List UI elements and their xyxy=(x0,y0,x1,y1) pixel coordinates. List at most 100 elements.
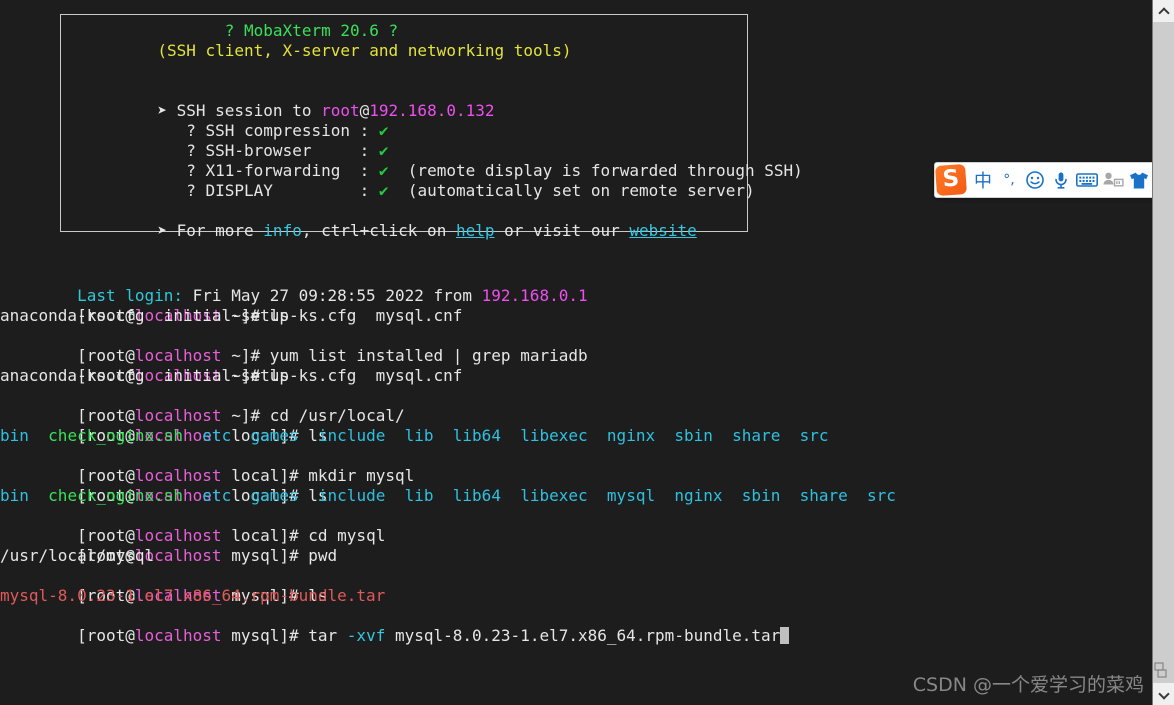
prompt-command: yum list installed | grep mariadb xyxy=(269,346,588,365)
feature-note: (remote display is forwarded through SSH… xyxy=(388,161,803,180)
current-prompt-line[interactable]: [root@localhost mysql]# tar -xvf mysql-8… xyxy=(0,606,1150,645)
prompt-command-flag: -xvf xyxy=(346,626,386,645)
banner-subtitle: (SSH client, X-server and networking too… xyxy=(61,41,572,60)
keyboard-icon[interactable] xyxy=(1074,165,1100,195)
ls-entry-directory: sbin xyxy=(674,426,713,445)
terminal-output-area[interactable]: ? MobaXterm 20.6 ? (SSH client, X-server… xyxy=(0,0,1152,705)
feature-name: SSH-browser xyxy=(205,141,312,160)
ls-entry-directory: lib xyxy=(404,486,434,505)
ls-entry-directory: bin xyxy=(0,426,29,445)
ls-gap xyxy=(655,426,674,445)
ls-gap xyxy=(588,486,607,505)
emoji-icon[interactable] xyxy=(1022,165,1048,195)
ls-output-tarball: mysql-8.0.23-1.el7.x86_64.rpm-bundle.tar xyxy=(0,586,386,605)
ls-gap xyxy=(780,486,799,505)
user-card-icon[interactable] xyxy=(1100,165,1126,195)
prompt-command-post: mysql-8.0.23-1.el7.x86_64.rpm-bundle.tar xyxy=(385,626,781,645)
ls-gap xyxy=(655,486,674,505)
ls-gap xyxy=(588,426,607,445)
ls-entry-directory: games xyxy=(250,426,299,445)
prompt-cwd: local]# xyxy=(221,526,309,545)
ls-gap xyxy=(780,426,799,445)
punctuation-mode-icon[interactable]: °, xyxy=(996,165,1022,195)
prompt-cwd: ~]# xyxy=(221,406,270,425)
banner-title: ? MobaXterm 20.6 ? xyxy=(61,21,399,40)
ls-entry-directory: src xyxy=(799,426,829,445)
session-at: @ xyxy=(359,101,370,120)
ls-entry-directory: etc xyxy=(202,486,232,505)
feature-name: DISPLAY xyxy=(205,181,273,200)
ls-gap xyxy=(183,426,202,445)
feature-pad xyxy=(311,141,359,160)
ls-entry-directory: mysql xyxy=(606,486,656,505)
ls-gap xyxy=(434,486,453,505)
ls-entry-executable: check_nginx.sh xyxy=(48,426,184,445)
text-cursor xyxy=(780,627,790,644)
session-label: SSH session to xyxy=(176,101,322,120)
skin-shirt-icon[interactable] xyxy=(1126,165,1152,195)
website-link[interactable]: website xyxy=(629,221,696,240)
ls-entry-directory: sbin xyxy=(741,486,781,505)
session-host: 192.168.0.132 xyxy=(369,101,495,120)
feature-indent: ? xyxy=(157,121,206,140)
bullet-icon: ➤ xyxy=(157,221,177,240)
mobaxterm-welcome-banner: ? MobaXterm 20.6 ? (SSH client, X-server… xyxy=(60,14,803,240)
prompt-open: [root@ xyxy=(77,526,135,545)
feature-sep: : xyxy=(359,161,379,180)
last-login-when: Fri May 27 09:28:55 2022 from xyxy=(192,286,482,305)
prompt-cwd: mysql]# xyxy=(221,626,309,645)
prompt-line: [root@localhost mysql]# ls xyxy=(0,566,1150,605)
prompt-command: cd /usr/local/ xyxy=(269,406,405,425)
info-link[interactable]: info xyxy=(263,221,302,240)
footer-text-c: or visit our xyxy=(494,221,630,240)
microphone-icon[interactable] xyxy=(1048,165,1074,195)
scroll-down-button[interactable] xyxy=(1153,683,1174,705)
ls-gap xyxy=(299,426,318,445)
feature-pad xyxy=(340,161,359,180)
session-user: root xyxy=(321,101,360,120)
resize-grip-icon xyxy=(1154,661,1168,681)
ls-output-usr-local-before: bin check_nginx.sh etc games include lib… xyxy=(0,426,1150,446)
prompt-host: localhost xyxy=(134,626,222,645)
feature-name: X11-forwarding xyxy=(205,161,341,180)
prompt-open: [root@ xyxy=(77,346,135,365)
prompt-line: [root@localhost local]# mkdir mysql xyxy=(0,446,1150,485)
chinese-mode-icon[interactable]: 中 xyxy=(970,165,996,195)
banner-footer-line: ➤ For more info, ctrl+click on help or v… xyxy=(61,201,747,240)
ls-gap xyxy=(501,426,520,445)
prompt-command: cd mysql xyxy=(308,526,386,545)
banner-session-line: ➤ SSH session to root@192.168.0.132 xyxy=(61,81,747,120)
prompt-host: localhost xyxy=(134,466,222,485)
footer-text-a: For more xyxy=(176,221,264,240)
last-login-line: Last login: Fri May 27 09:28:55 2022 fro… xyxy=(0,266,1150,305)
ls-output-home: anaconda-ks.cfg initial-setup-ks.cfg mys… xyxy=(0,366,463,385)
sogou-ime-toolbar[interactable]: S 中 °, xyxy=(934,162,1169,198)
prompt-host: localhost xyxy=(134,346,222,365)
feature-indent: ? xyxy=(157,161,206,180)
ls-output-home: anaconda-ks.cfg initial-setup-ks.cfg mys… xyxy=(0,306,463,325)
ls-gap xyxy=(29,486,48,505)
ls-gap xyxy=(231,486,250,505)
ls-output-usr-local-after: bin check_nginx.sh etc games include lib… xyxy=(0,486,1150,506)
scrollbar-thumb[interactable] xyxy=(1153,22,1174,682)
prompt-cwd: mysql]# xyxy=(221,546,309,565)
check-icon: ✔ xyxy=(378,161,389,180)
ls-gap xyxy=(299,486,318,505)
prompt-open: [root@ xyxy=(77,406,135,425)
ls-gap xyxy=(231,426,250,445)
ls-gap xyxy=(385,426,404,445)
feature-sep: : xyxy=(359,181,379,200)
help-link[interactable]: help xyxy=(456,221,495,240)
footer-text-b: , ctrl+click on xyxy=(301,221,456,240)
ls-gap xyxy=(434,426,453,445)
chevron-down-icon xyxy=(1159,690,1168,699)
ls-gap xyxy=(713,426,732,445)
feature-note: (automatically set on remote server) xyxy=(388,181,755,200)
vertical-scrollbar[interactable] xyxy=(1152,0,1174,705)
prompt-open: [root@ xyxy=(77,626,135,645)
feature-sep: : xyxy=(359,121,379,140)
sogou-logo-icon[interactable]: S xyxy=(934,163,968,197)
scroll-up-button[interactable] xyxy=(1153,0,1174,22)
ls-entry-directory: nginx xyxy=(606,426,656,445)
ls-entry-directory: games xyxy=(250,486,299,505)
